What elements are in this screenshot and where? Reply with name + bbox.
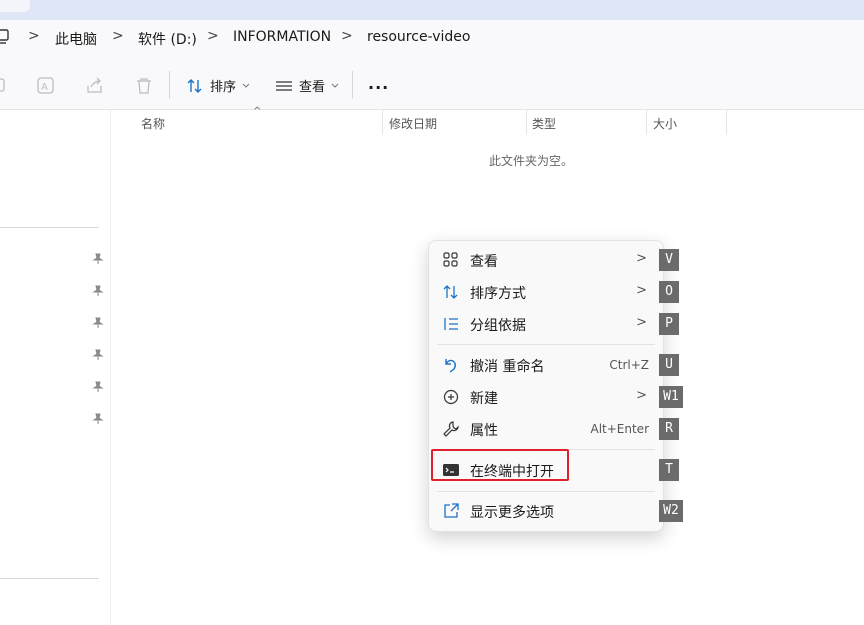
menu-item-sort-by[interactable]: 排序方式 > [429,277,663,307]
menu-item-shortcut: Alt+Enter [590,422,649,436]
menu-item-label: 排序方式 [470,286,526,302]
chevron-right-icon: > [636,388,647,403]
pin-icon[interactable] [92,349,104,361]
more-options-icon[interactable]: ... [368,74,389,93]
tab-strip [0,0,864,20]
menu-separator [437,344,655,345]
context-menu: 查看 > 排序方式 > 分组依据 > 撤消 重命名 Ctrl+Z 新建 > 属性… [428,240,664,532]
pin-icon[interactable] [92,253,104,265]
svg-text:A: A [41,82,48,93]
sort-icon [443,285,458,299]
access-key-badge: O [659,281,679,303]
copy-icon[interactable] [0,77,8,93]
breadcrumb-this-pc[interactable]: 此电脑 [55,29,97,49]
breadcrumb-chevron: > [341,28,353,44]
breadcrumb-information[interactable]: INFORMATION [233,29,331,45]
chevron-down-icon [242,83,250,88]
wrench-icon [443,421,459,437]
breadcrumb-chevron: > [207,28,219,44]
sort-icon [187,78,202,93]
delete-icon[interactable] [135,77,153,95]
nav-divider [0,578,99,579]
column-header-size[interactable]: 大小 [653,115,677,132]
column-divider[interactable] [526,110,527,135]
pin-icon[interactable] [92,381,104,393]
computer-icon [0,29,9,44]
menu-item-shortcut: Ctrl+Z [609,358,649,372]
address-bar[interactable]: > 此电脑 > 软件 (D:) > INFORMATION > resource… [0,20,864,57]
rename-icon[interactable]: A [37,77,55,95]
access-key-badge: W2 [659,500,683,522]
external-link-icon [444,503,459,518]
view-button[interactable]: 查看 [275,76,339,95]
breadcrumb-chevron: > [28,28,40,44]
chevron-right-icon: > [636,315,647,330]
menu-separator [437,491,655,492]
column-divider[interactable] [646,110,647,135]
column-divider[interactable] [382,110,383,135]
menu-item-group-by[interactable]: 分组依据 > [429,309,663,339]
highlight-box [431,449,569,481]
menu-item-label: 显示更多选项 [470,505,554,521]
access-key-badge: P [659,313,679,335]
navigation-pane [0,110,111,625]
empty-folder-message: 此文件夹为空。 [489,154,574,168]
undo-icon [445,359,456,373]
breadcrumb-resource-video[interactable]: resource-video [367,29,470,45]
grid-view-icon [443,252,458,267]
column-header-type[interactable]: 类型 [532,115,556,132]
menu-item-label: 撤消 重命名 [470,359,545,375]
menu-item-label: 查看 [470,254,498,270]
chevron-right-icon: > [636,283,647,298]
pin-icon[interactable] [92,413,104,425]
menu-item-label: 新建 [470,391,498,407]
toolbar-separator [169,71,170,99]
pin-icon[interactable] [92,317,104,329]
nav-divider [0,227,99,228]
column-header-name[interactable]: 名称 [141,115,165,132]
menu-item-undo-rename[interactable]: 撤消 重命名 Ctrl+Z [429,350,663,380]
access-key-badge: T [659,459,679,481]
share-icon[interactable] [86,77,104,95]
pin-icon[interactable] [92,285,104,297]
view-label: 查看 [299,80,326,95]
new-plus-icon [443,389,459,405]
access-key-badge: V [659,249,679,271]
access-key-badge: W1 [659,386,683,408]
column-divider[interactable] [726,110,727,135]
sort-button[interactable]: 排序 [186,76,250,95]
group-list-icon [444,318,458,330]
access-key-badge: R [659,418,679,440]
menu-item-label: 分组依据 [470,318,526,334]
sort-label: 排序 [210,80,237,95]
menu-item-properties[interactable]: 属性 Alt+Enter [429,414,663,444]
active-tab[interactable] [0,0,30,12]
chevron-right-icon: > [636,251,647,266]
sort-caret-icon: ^ [253,106,262,117]
menu-item-show-more-options[interactable]: 显示更多选项 [429,496,663,526]
breadcrumb-drive-d[interactable]: 软件 (D:) [138,29,197,49]
menu-item-new[interactable]: 新建 > [429,382,663,412]
view-list-icon [276,80,292,91]
menu-item-view[interactable]: 查看 > [429,245,663,275]
breadcrumb-chevron: > [112,28,124,44]
command-bar: A 排序 查看 ... [0,57,864,110]
chevron-down-icon [331,83,339,88]
menu-item-label: 属性 [470,423,498,439]
toolbar-separator [352,71,353,99]
access-key-badge: U [659,354,679,376]
column-header-modified[interactable]: 修改日期 [389,115,437,132]
